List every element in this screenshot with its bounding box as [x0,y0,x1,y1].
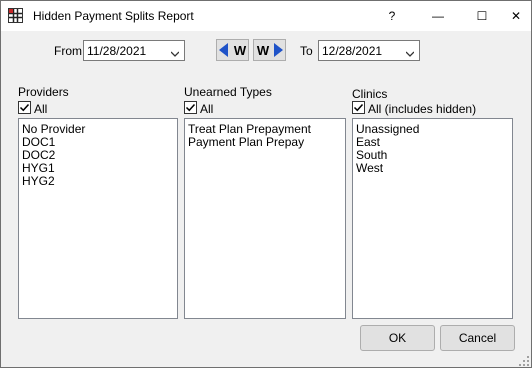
app-grid-icon [8,8,23,23]
resize-grip-icon[interactable] [519,355,529,366]
chevron-down-icon [405,47,415,57]
report-window: Hidden Payment Splits Report ? — ☐ ✕ Fro… [0,0,532,368]
minimize-button[interactable]: — [423,1,453,31]
checkmark-icon [19,103,30,112]
arrow-right-icon [274,43,283,57]
maximize-button[interactable]: ☐ [467,1,497,31]
help-button[interactable]: ? [377,1,407,31]
unearned-all-checkbox[interactable] [184,101,197,114]
arrow-left-icon [219,43,228,57]
from-date-value: 11/28/2021 [87,44,147,58]
providers-all-checkbox[interactable] [18,101,31,114]
chevron-down-icon [170,47,180,57]
checkmark-icon [353,103,364,112]
list-item[interactable]: Payment Plan Prepay [188,136,304,149]
to-date-combo[interactable]: 12/28/2021 [318,40,420,61]
from-date-combo[interactable]: 11/28/2021 [83,40,185,61]
providers-listbox[interactable]: No Provider DOC1 DOC2 HYG1 HYG2 [18,118,178,319]
to-date-value: 12/28/2021 [322,44,383,58]
week-forward-button[interactable]: W [253,39,286,61]
unearned-types-header: Unearned Types [184,85,272,99]
unearned-types-listbox[interactable]: Treat Plan Prepayment Payment Plan Prepa… [184,118,346,319]
cancel-button[interactable]: Cancel [440,325,515,351]
checkmark-icon [185,103,196,112]
from-label: From [54,44,82,58]
providers-all-label: All [34,102,48,116]
to-label: To [300,44,313,58]
close-button[interactable]: ✕ [501,1,531,31]
providers-header: Providers [18,85,69,99]
week-forward-label: W [257,43,270,58]
clinics-header: Clinics [352,87,388,101]
week-back-label: W [234,43,247,58]
list-item[interactable]: West [356,162,383,175]
clinics-listbox[interactable]: Unassigned East South West [352,118,513,319]
clinics-all-label: All (includes hidden) [368,102,477,116]
ok-button[interactable]: OK [360,325,435,351]
list-item[interactable]: HYG2 [22,175,55,188]
title-bar[interactable]: Hidden Payment Splits Report ? — ☐ ✕ [1,1,531,31]
unearned-all-label: All [200,102,214,116]
clinics-all-checkbox[interactable] [352,101,365,114]
week-back-button[interactable]: W [216,39,249,61]
window-title: Hidden Payment Splits Report [33,9,194,23]
